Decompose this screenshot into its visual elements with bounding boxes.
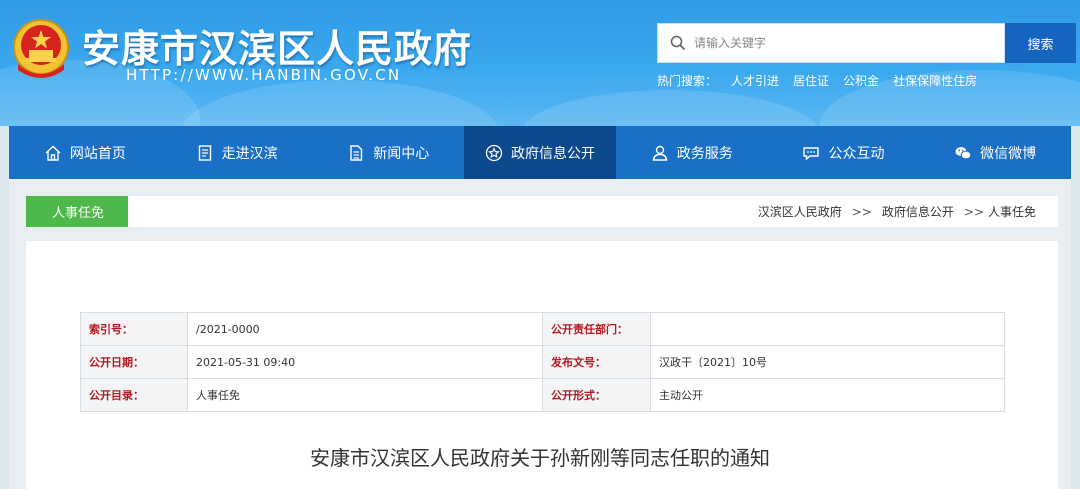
meta-value [650,312,1005,346]
national-emblem-icon [13,19,69,78]
section-tag[interactable]: 人事任免 [26,196,128,227]
nav-item-gov-info[interactable]: 政府信息公开 [464,126,616,179]
nav-item-social[interactable]: 微信微博 [919,126,1071,179]
nav-item-news[interactable]: 新闻中心 [312,126,464,179]
nav-item-label: 政务服务 [676,145,733,162]
home-icon [45,145,61,161]
nav-item-label: 政府信息公开 [511,145,596,162]
site-header: 安康市汉滨区人民政府 HTTP://WWW.HANBIN.GOV.CN 搜索 热… [0,0,1080,126]
meta-label: 公开日期： [80,345,188,379]
hot-search-label: 热门搜索： [657,74,718,88]
hot-search-link[interactable]: 社保保障性住房 [893,72,977,89]
nav-item-label: 微信微博 [980,145,1037,162]
nav-item-label: 走进汉滨 [221,145,278,162]
breadcrumb: 汉滨区人民政府 >> 政府信息公开 >> 人事任免 [758,196,1036,227]
meta-label: 公开形式： [542,378,651,412]
meta-value: 人事任免 [187,378,543,412]
table-row: 公开目录： 人事任免 公开形式： 主动公开 [80,378,1005,412]
table-row: 索引号： /2021-0000 公开责任部门： [80,312,1005,346]
nav-item-label: 新闻中心 [373,145,430,162]
meta-value: 汉政干〔2021〕10号 [650,345,1005,379]
search-icon [670,35,686,51]
nav-item-interaction[interactable]: 公众互动 [768,126,920,179]
user-icon [652,145,668,161]
search-button[interactable]: 搜索 [1005,23,1076,63]
meta-value: 主动公开 [650,378,1005,412]
breadcrumb-separator: >> [851,204,872,219]
meta-value: /2021-0000 [187,312,543,346]
main-nav: 网站首页 走进汉滨 新闻中心 政府信息公开 政务服务 公众互动 微信微博 [9,126,1071,179]
nav-item-label: 公众互动 [828,145,885,162]
site-title[interactable]: 安康市汉滨区人民政府 [82,18,472,73]
nav-item-services[interactable]: 政务服务 [616,126,768,179]
hot-search: 热门搜索： 人才引进 居住证 公积金 社保保障性住房 [657,72,977,89]
hot-search-link[interactable]: 人才引进 [731,72,779,89]
hot-search-link[interactable]: 居住证 [793,72,829,89]
document-title: 安康市汉滨区人民政府关于孙新刚等同志任职的通知 [310,446,770,470]
chat-icon [803,146,820,161]
breadcrumb-link[interactable]: 政府信息公开 [882,203,954,220]
nav-item-home[interactable]: 网站首页 [9,126,161,179]
hot-search-link[interactable]: 公积金 [843,72,879,89]
meta-label: 公开责任部门： [542,312,651,346]
breadcrumb-separator: >> [963,204,984,219]
document-icon [198,144,211,161]
breadcrumb-current[interactable]: 人事任免 [988,203,1036,220]
metadata-table: 索引号： /2021-0000 公开责任部门： 公开日期： 2021-05-31… [80,312,1005,412]
nav-item-label: 网站首页 [69,145,126,162]
nav-item-about[interactable]: 走进汉滨 [161,126,313,179]
table-row: 公开日期： 2021-05-31 09:40 发布文号： 汉政干〔2021〕10… [80,345,1005,379]
breadcrumb-link[interactable]: 汉滨区人民政府 [758,203,842,220]
search-box [657,23,1005,63]
search-input[interactable] [694,36,994,50]
meta-label: 发布文号： [542,345,651,379]
meta-value: 2021-05-31 09:40 [187,345,543,379]
star-icon [485,144,503,161]
wechat-icon [955,146,972,159]
meta-label: 公开目录： [80,378,188,412]
site-url: HTTP://WWW.HANBIN.GOV.CN [126,66,402,84]
news-icon [350,144,363,161]
meta-label: 索引号： [80,312,188,346]
